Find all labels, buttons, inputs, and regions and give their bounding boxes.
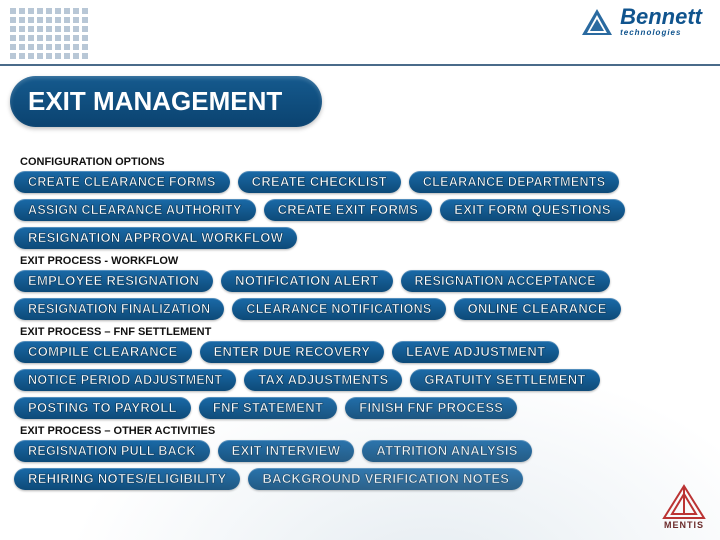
pill-label: REGISNATION PULL BACK <box>28 444 196 458</box>
pill-label: RESIGNATION ACCEPTANCE <box>415 274 596 288</box>
pill-label: NOTIFICATION ALERT <box>235 273 378 288</box>
process-pill: CLEARANCE NOTIFICATIONS <box>232 298 445 320</box>
pill-row: RESIGNATION APPROVAL WORKFLOW <box>14 227 706 249</box>
process-pill: FINISH FNF PROCESS <box>345 397 517 419</box>
process-pill: RESIGNATION FINALIZATION <box>14 298 224 320</box>
section-label: EXIT PROCESS - WORKFLOW <box>20 255 706 267</box>
pill-label: CLEARANCE NOTIFICATIONS <box>246 302 431 316</box>
pill-label: FINISH FNF PROCESS <box>359 400 503 415</box>
process-pill: EMPLOYEE RESIGNATION <box>14 270 213 292</box>
process-pill: GRATUITY SETTLEMENT <box>410 369 599 391</box>
pill-row: REGISNATION PULL BACK EXIT INTERVIEW ATTRI… <box>14 440 706 462</box>
pill-label: RESIGNATION FINALIZATION <box>28 302 210 316</box>
footer-logo: MENTIS <box>662 484 706 530</box>
pill-label: CLEARANCE DEPARTMENTS <box>423 175 605 189</box>
pill-label: NOTICE PERIOD ADJUSTMENT <box>28 373 222 387</box>
pill-label: ONLINE CLEARANCE <box>468 301 607 316</box>
pill-label: LEAVE ADJUSTMENT <box>406 344 545 359</box>
pill-label: POSTING TO PAYROLL <box>28 400 177 415</box>
process-pill: RESIGNATION ACCEPTANCE <box>401 270 610 292</box>
pill-label: BACKGROUND VERIFICATION NOTES <box>262 471 509 486</box>
pill-label: GRATUITY SETTLEMENT <box>424 372 585 387</box>
section-label: EXIT PROCESS – FNF SETTLEMENT <box>20 326 706 338</box>
process-pill: BACKGROUND VERIFICATION NOTES <box>248 468 523 490</box>
pill-label: ASSIGN CLEARANCE AUTHORITY <box>28 203 242 217</box>
section-label: EXIT PROCESS – OTHER ACTIVITIES <box>20 425 706 437</box>
process-pill: RESIGNATION APPROVAL WORKFLOW <box>14 227 297 249</box>
process-pill: ENTER DUE RECOVERY <box>200 341 385 363</box>
pill-label: FNF STATEMENT <box>213 400 323 415</box>
brand-subtitle: technologies <box>620 28 702 37</box>
process-pill: COMPILE CLEARANCE <box>14 341 192 363</box>
pill-row: POSTING TO PAYROLL FNF STATEMENT FINISH FN… <box>14 397 706 419</box>
pill-row: CREATE CLEARANCE FORMS CREATE CHECKLIST CL… <box>14 171 706 193</box>
page-title: EXIT MANAGEMENT <box>10 76 322 127</box>
decorative-dot-grid <box>10 8 88 59</box>
pill-row: ASSIGN CLEARANCE AUTHORITY CREATE EXIT FO… <box>14 199 706 221</box>
pill-row: REHIRING NOTES/ELIGIBILITY BACKGROUND VER… <box>14 468 706 490</box>
process-pill: EXIT INTERVIEW <box>218 440 355 462</box>
section-label: CONFIGURATION OPTIONS <box>20 156 706 168</box>
pill-row: EMPLOYEE RESIGNATION NOTIFICATION ALERT RE… <box>14 270 706 292</box>
pill-label: CREATE CLEARANCE FORMS <box>28 175 216 189</box>
slide: Bennett technologies EXIT MANAGEMENT CON… <box>0 0 720 540</box>
pill-row: RESIGNATION FINALIZATION CLEARANCE NOTIFI… <box>14 298 706 320</box>
pill-row: COMPILE CLEARANCE ENTER DUE RECOVERY LEAVE… <box>14 341 706 363</box>
brand-logo: Bennett technologies <box>580 6 702 37</box>
pill-label: TAX ADJUSTMENTS <box>258 372 388 387</box>
brand-triangle-icon <box>580 7 614 37</box>
process-pill: ONLINE CLEARANCE <box>454 298 621 320</box>
brand-text-wrap: Bennett technologies <box>620 6 702 37</box>
pill-label: EMPLOYEE RESIGNATION <box>28 273 199 288</box>
pill-label: ATTRITION ANALYSIS <box>376 443 517 458</box>
top-divider <box>0 64 720 66</box>
process-pill: LEAVE ADJUSTMENT <box>392 341 559 363</box>
pill-label: EXIT FORM QUESTIONS <box>454 202 611 217</box>
pill-label: COMPILE CLEARANCE <box>28 344 178 359</box>
process-pill: TAX ADJUSTMENTS <box>244 369 402 391</box>
content-area: CONFIGURATION OPTIONS CREATE CLEARANCE FO… <box>14 150 706 496</box>
process-pill: NOTICE PERIOD ADJUSTMENT <box>14 369 236 391</box>
pill-label: EXIT INTERVIEW <box>232 443 341 458</box>
pill-label: CREATE CHECKLIST <box>252 174 387 189</box>
process-pill: NOTIFICATION ALERT <box>221 270 392 292</box>
process-pill: REGISNATION PULL BACK <box>14 440 210 462</box>
pill-row: NOTICE PERIOD ADJUSTMENT TAX ADJUSTMENTS G… <box>14 369 706 391</box>
process-pill: POSTING TO PAYROLL <box>14 397 191 419</box>
pill-label: RESIGNATION APPROVAL WORKFLOW <box>28 230 283 245</box>
pill-label: ENTER DUE RECOVERY <box>214 344 371 359</box>
footer-logo-text: MENTIS <box>662 520 706 530</box>
process-pill: CREATE CHECKLIST <box>238 171 401 193</box>
process-pill: REHIRING NOTES/ELIGIBILITY <box>14 468 240 490</box>
process-pill: ATTRITION ANALYSIS <box>362 440 531 462</box>
process-pill: CREATE EXIT FORMS <box>264 199 433 221</box>
pill-label: CREATE EXIT FORMS <box>278 202 419 217</box>
process-pill: ASSIGN CLEARANCE AUTHORITY <box>14 199 256 221</box>
pill-label: REHIRING NOTES/ELIGIBILITY <box>28 471 226 486</box>
process-pill: CLEARANCE DEPARTMENTS <box>409 171 619 193</box>
process-pill: EXIT FORM QUESTIONS <box>440 199 625 221</box>
brand-name: Bennett <box>620 6 702 28</box>
process-pill: CREATE CLEARANCE FORMS <box>14 171 230 193</box>
process-pill: FNF STATEMENT <box>199 397 337 419</box>
